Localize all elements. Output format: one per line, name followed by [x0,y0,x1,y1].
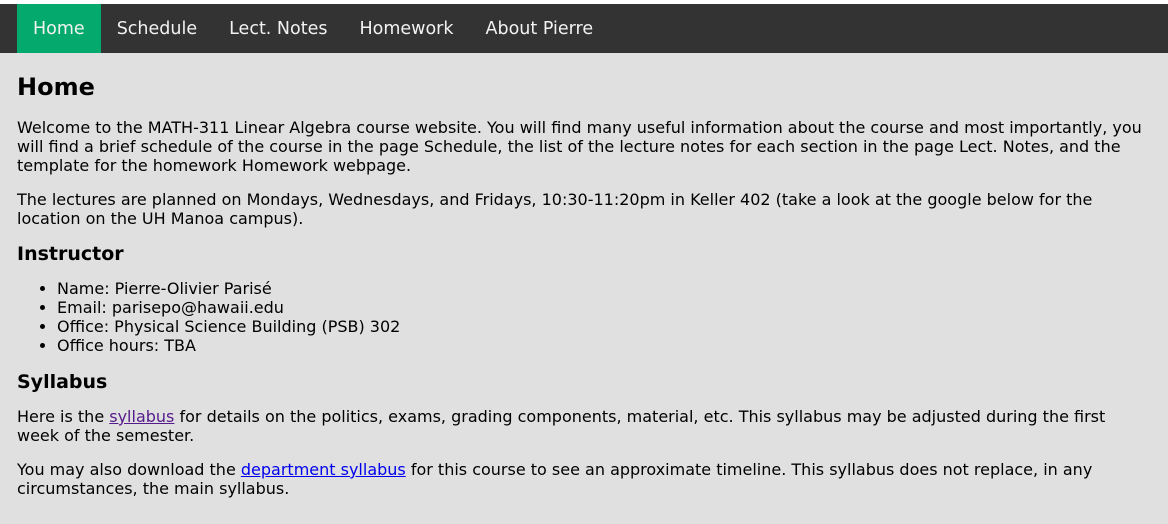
instructor-list: Name: Pierre-Olivier Parisé Email: paris… [17,279,1151,355]
syllabus-text-before: Here is the [17,407,110,426]
nav-about-pierre[interactable]: About Pierre [470,4,610,53]
syllabus-paragraph: Here is the syllabus for details on the … [17,407,1151,445]
top-navbar: Home Schedule Lect. Notes Homework About… [0,4,1168,53]
syllabus-link[interactable]: syllabus [109,407,174,426]
lectures-paragraph: The lectures are planned on Mondays, Wed… [17,190,1093,228]
intro-paragraph: Welcome to the MATH-311 Linear Algebra c… [17,118,1142,175]
nav-schedule[interactable]: Schedule [101,4,213,53]
instructor-office-hours: Office hours: TBA [57,336,1151,355]
page-title: Home [17,73,95,101]
nav-homework[interactable]: Homework [343,4,469,53]
instructor-email: Email: parisepo@hawaii.edu [57,298,1151,317]
instructor-heading: Instructor [17,243,124,265]
dept-text-before: You may also download the [17,460,241,479]
department-syllabus-paragraph: You may also download the department syl… [17,460,1151,498]
instructor-name: Name: Pierre-Olivier Parisé [57,279,1151,298]
department-syllabus-link[interactable]: department syllabus [241,460,406,479]
main-content: Home Welcome to the MATH-311 Linear Alge… [0,73,1168,498]
instructor-office: Office: Physical Science Building (PSB) … [57,317,1151,336]
syllabus-heading: Syllabus [17,371,108,393]
syllabus-text-after: for details on the politics, exams, grad… [17,407,1106,445]
nav-home[interactable]: Home [17,4,101,53]
nav-lecture-notes[interactable]: Lect. Notes [213,4,343,53]
